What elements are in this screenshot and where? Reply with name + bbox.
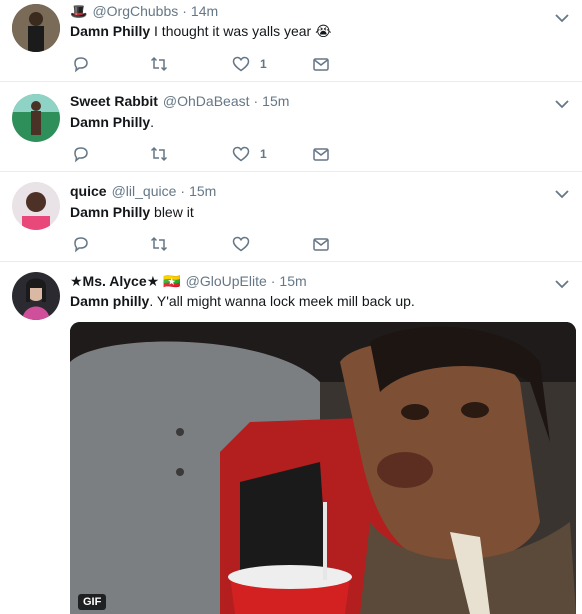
tweet-lead: Damn philly xyxy=(70,293,150,309)
tweet-actions xyxy=(70,234,340,254)
tweet-rest: . Y'all might wanna lock meek mill back … xyxy=(149,293,415,309)
retweet-icon xyxy=(150,146,168,162)
envelope-icon xyxy=(313,238,329,251)
separator-dot: · xyxy=(253,93,259,109)
tweet[interactable]: 🎩 @OrgChubbs · 14m Damn Philly I thought… xyxy=(0,0,582,82)
tweet-text: Damn Philly blew it xyxy=(70,204,194,220)
user-handle[interactable]: @OrgChubbs xyxy=(92,3,178,19)
tweet-actions: 1 xyxy=(70,54,340,74)
reply-icon xyxy=(74,147,88,163)
separator-dot: · xyxy=(182,3,187,19)
user-handle[interactable]: @GloUpElite xyxy=(186,273,267,289)
timestamp[interactable]: 15m xyxy=(262,93,289,109)
separator-dot: · xyxy=(180,183,186,199)
like-button[interactable]: 1 xyxy=(232,54,267,74)
retweet-icon xyxy=(150,56,168,72)
reply-icon xyxy=(74,57,88,73)
tweet-rest: . xyxy=(150,114,155,130)
avatar[interactable] xyxy=(12,182,60,230)
reply-button[interactable] xyxy=(72,144,90,164)
retweet-button[interactable] xyxy=(150,234,168,254)
tweet-rest: I thought it was yalls year 😭 xyxy=(150,23,332,39)
tweet-header: quice @lil_quice · 15m xyxy=(70,182,216,200)
heart-icon xyxy=(232,146,250,162)
avatar[interactable] xyxy=(12,272,60,320)
reply-button[interactable] xyxy=(72,54,90,74)
separator-dot: · xyxy=(270,273,276,289)
tweet[interactable]: Sweet Rabbit @OhDaBeast · 15m Damn Phill… xyxy=(0,82,582,172)
avatar[interactable] xyxy=(12,94,60,142)
user-handle[interactable]: @OhDaBeast xyxy=(163,93,250,109)
user-emoji: 🎩 xyxy=(70,2,88,19)
like-count: 1 xyxy=(260,57,267,71)
dm-button[interactable] xyxy=(312,234,330,254)
envelope-icon xyxy=(313,148,329,161)
user-name[interactable]: Sweet Rabbit xyxy=(70,93,158,109)
timestamp[interactable]: 14m xyxy=(191,3,218,19)
like-button[interactable]: 1 xyxy=(232,144,267,164)
dm-button[interactable] xyxy=(312,54,330,74)
tweet-text: Damn Philly I thought it was yalls year … xyxy=(70,23,331,40)
tweet-lead: Damn Philly xyxy=(70,114,151,130)
chevron-down-icon[interactable] xyxy=(554,186,570,202)
tweet-lead: Damn Philly xyxy=(70,23,151,39)
like-button[interactable] xyxy=(232,234,250,254)
envelope-icon xyxy=(313,58,329,71)
tweet-actions: 1 xyxy=(70,144,340,164)
like-count: 1 xyxy=(260,147,267,161)
chevron-down-icon[interactable] xyxy=(554,96,570,112)
tweet-text: Damn philly. Y'all might wanna lock meek… xyxy=(70,293,415,309)
retweet-button[interactable] xyxy=(150,54,168,74)
user-name[interactable]: ★Ms. Alyce★ xyxy=(70,273,159,290)
timestamp[interactable]: 15m xyxy=(189,183,216,199)
retweet-button[interactable] xyxy=(150,144,168,164)
retweet-icon xyxy=(150,236,168,252)
gif-badge: GIF xyxy=(78,594,107,610)
user-handle[interactable]: @lil_quice xyxy=(112,183,177,199)
tweet-lead: Damn Philly xyxy=(70,204,151,220)
heart-icon xyxy=(232,236,250,252)
tweet[interactable]: quice @lil_quice · 15m Damn Philly blew … xyxy=(0,172,582,262)
reply-button[interactable] xyxy=(72,234,90,254)
gif-media[interactable]: GIF xyxy=(70,322,576,614)
tweet-header: ★Ms. Alyce★ 🇲🇲 @GloUpElite · 15m xyxy=(70,272,307,290)
chevron-down-icon[interactable] xyxy=(554,276,570,292)
gif-frame-image xyxy=(70,322,576,614)
chevron-down-icon[interactable] xyxy=(554,10,570,26)
user-name[interactable]: quice xyxy=(70,183,107,199)
reply-icon xyxy=(74,237,88,253)
avatar[interactable] xyxy=(12,4,60,52)
timestamp[interactable]: 15m xyxy=(279,273,306,289)
heart-icon xyxy=(232,56,250,72)
tweet-header: 🎩 @OrgChubbs · 14m xyxy=(70,2,218,20)
user-emoji: 🇲🇲 xyxy=(163,272,181,289)
tweet-text: Damn Philly. xyxy=(70,114,154,130)
tweet-rest: blew it xyxy=(150,204,194,220)
dm-button[interactable] xyxy=(312,144,330,164)
tweet-header: Sweet Rabbit @OhDaBeast · 15m xyxy=(70,92,289,110)
